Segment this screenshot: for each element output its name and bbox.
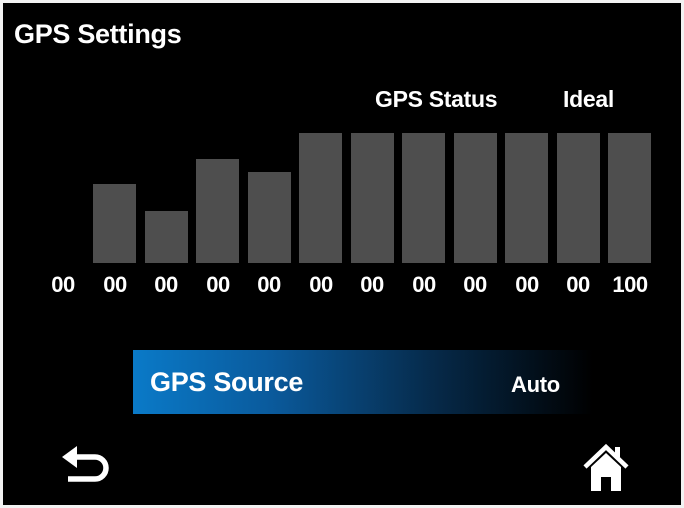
gps-source-value: Auto <box>511 372 560 397</box>
signal-bar-value: 00 <box>51 272 75 297</box>
signal-bar-value: 00 <box>515 272 539 297</box>
signal-bar-value: 00 <box>154 272 178 297</box>
signal-bar <box>93 184 136 263</box>
signal-bar <box>557 133 600 263</box>
gps-source-button[interactable]: GPS Source Auto <box>133 350 593 414</box>
home-icon <box>583 443 629 491</box>
signal-bar-value: 00 <box>309 272 333 297</box>
signal-bar-value: 00 <box>566 272 590 297</box>
signal-bar-value: 00 <box>257 272 281 297</box>
signal-bar-value: 00 <box>103 272 127 297</box>
signal-bar <box>505 133 548 263</box>
home-button[interactable] <box>581 441 631 493</box>
signal-bar-value: 00 <box>412 272 436 297</box>
signal-bar <box>351 133 394 263</box>
gps-settings-screen: GPS Settings GPS Status Ideal 00 00 00 00 00… <box>3 3 681 505</box>
signal-bar-value: 00 <box>206 272 230 297</box>
signal-bar <box>299 133 342 263</box>
signal-bar <box>402 133 445 263</box>
signal-bar <box>454 133 497 263</box>
signal-bar-value: 00 <box>360 272 384 297</box>
back-button[interactable] <box>55 443 115 493</box>
signal-bar <box>196 159 239 263</box>
signal-bar-value: 00 <box>463 272 487 297</box>
signal-bar <box>248 172 291 263</box>
back-arrow-icon <box>62 446 109 482</box>
signal-bar-chart: 00 00 00 00 00 00 00 00 00 00 00 100 <box>3 3 681 303</box>
signal-bar-value: 100 <box>612 272 648 297</box>
gps-source-label: GPS Source <box>150 367 304 397</box>
signal-bar <box>608 133 651 263</box>
signal-bar <box>145 211 188 263</box>
